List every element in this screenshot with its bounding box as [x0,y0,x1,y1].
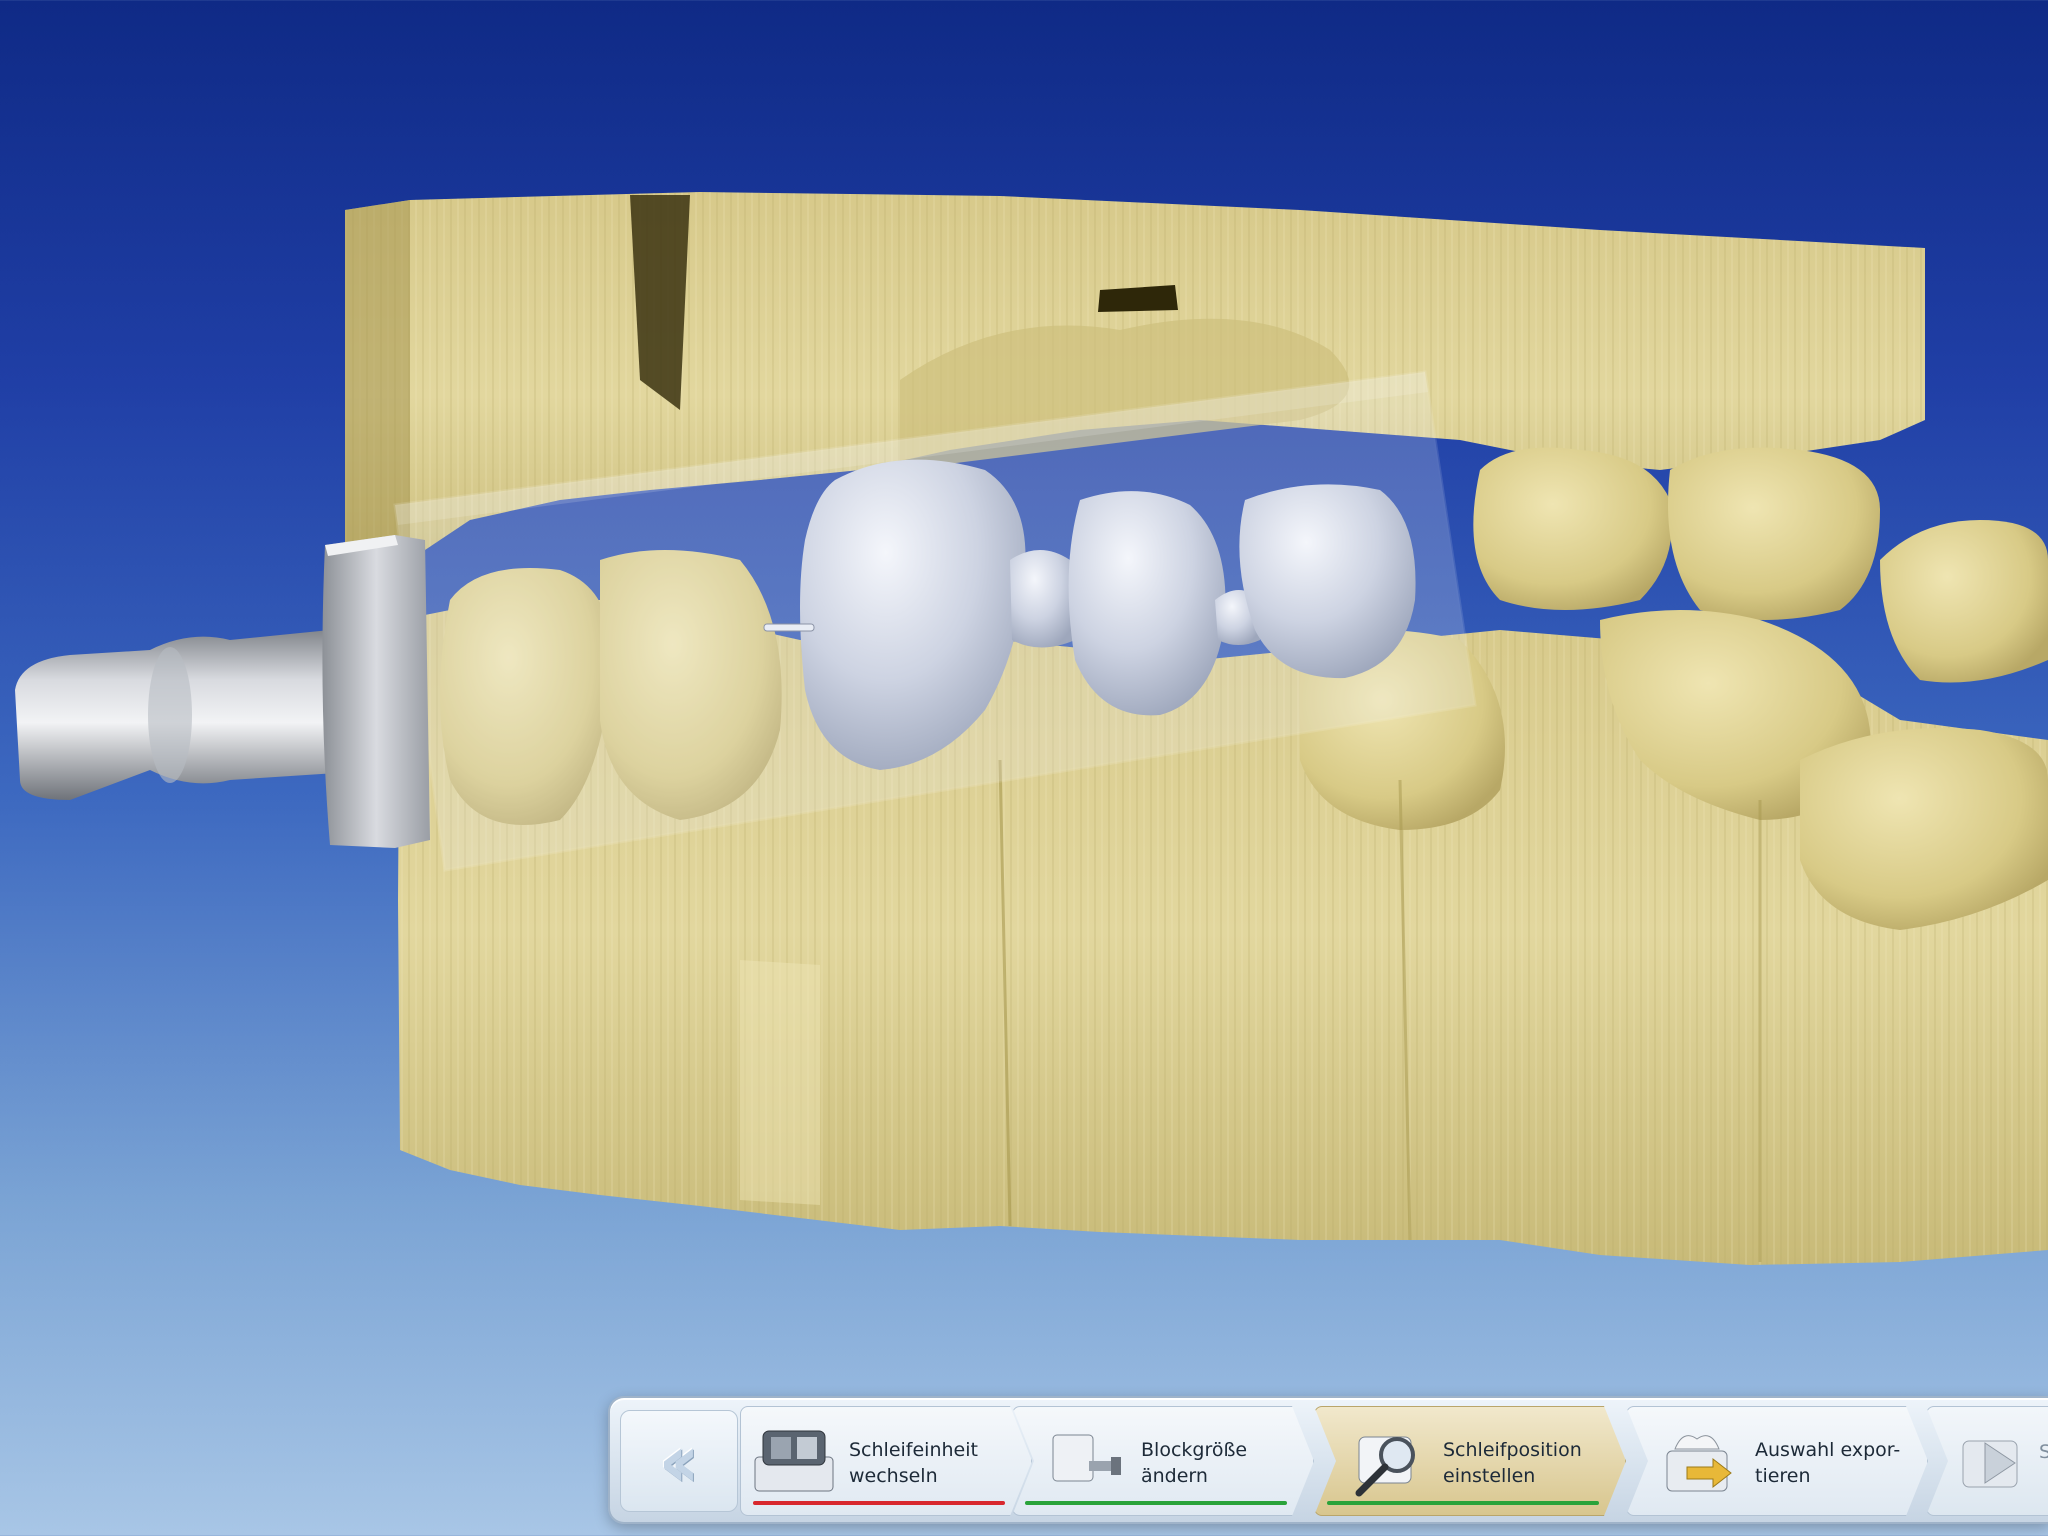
step-change-block-size[interactable]: Blockgröße ändern [1012,1406,1314,1516]
double-chevron-left-icon: ‹‹ [658,1419,699,1503]
workflow-toolbar: ‹‹ Schleifeinheit wechseln Blockgröße än… [608,1396,2048,1524]
step-next-partial[interactable]: Sc [1926,1406,2048,1516]
3d-viewport[interactable] [0,0,2048,1536]
milling-unit-icon [749,1421,839,1499]
step-label: Schleifposition einstellen [1443,1439,1582,1487]
step-label: Blockgröße ändern [1141,1439,1248,1487]
magnifier-icon [1345,1421,1435,1499]
export-selection-icon [1657,1421,1747,1499]
back-button[interactable]: ‹‹ [620,1410,738,1512]
block-size-icon [1043,1421,1133,1499]
step-set-milling-position[interactable]: Schleifposition einstellen [1314,1406,1626,1516]
step-export-selection[interactable]: Auswahl expor- tieren [1626,1406,1928,1516]
status-bar-red [753,1501,1005,1505]
next-step-icon [1962,1440,2018,1488]
step-label: Auswahl expor- tieren [1755,1439,1901,1487]
step-change-milling-unit[interactable]: Schleifeinheit wechseln [740,1406,1032,1516]
dental-scene [15,192,2048,1265]
step-label: Sc [2039,1441,2048,1463]
status-bar-green [1025,1501,1287,1505]
status-bar-green [1327,1501,1599,1505]
block-holder [15,535,430,848]
step-label: Schleifeinheit wechseln [849,1439,978,1487]
